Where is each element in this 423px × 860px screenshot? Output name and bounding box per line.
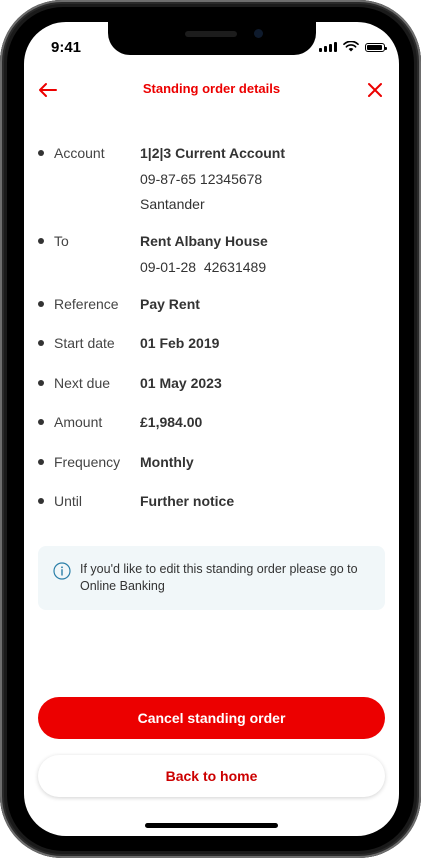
account-number: 09-87-65 12345678 — [140, 170, 263, 187]
next-due-value: 01 May 2023 — [140, 375, 222, 391]
device-notch — [108, 22, 316, 55]
detail-label: To — [54, 233, 69, 249]
bullet — [38, 419, 44, 425]
account-name: 1|2|3 Current Account — [140, 145, 286, 161]
front-camera — [254, 29, 263, 38]
detail-label: Amount — [54, 414, 103, 430]
cancel-standing-order-button[interactable]: Cancel standing order — [38, 697, 385, 739]
until-value: Further notice — [140, 493, 235, 509]
amount-value: £1,984.00 — [140, 414, 203, 430]
info-icon — [53, 562, 71, 580]
status-icons — [319, 41, 387, 52]
detail-value: Monthly — [140, 453, 194, 471]
detail-label: Until — [54, 493, 83, 509]
detail-label: Start date — [54, 335, 115, 351]
close-button[interactable] — [363, 78, 387, 102]
bullet — [38, 380, 44, 386]
payee-name: Rent Albany House — [140, 233, 268, 249]
payee-account: 09-01-28 42631489 — [140, 258, 267, 275]
detail-label: Account — [54, 145, 105, 161]
detail-label: Next due — [54, 375, 111, 391]
detail-value: Further notice — [140, 492, 234, 510]
status-time: 9:41 — [51, 39, 82, 56]
speaker-grille — [185, 31, 237, 37]
detail-value: £1,984.00 — [140, 413, 202, 431]
detail-value: 01 May 2023 — [140, 374, 222, 392]
bullet — [38, 238, 44, 244]
detail-value: 01 Feb 2019 — [140, 334, 219, 352]
bullet — [38, 340, 44, 346]
bullet — [38, 459, 44, 465]
reference-value: Pay Rent — [140, 296, 200, 312]
back-to-home-button[interactable]: Back to home — [38, 755, 385, 797]
detail-value: Rent Albany House 09-01-28 42631489 — [140, 232, 268, 276]
page-header: Standing order details — [24, 78, 399, 102]
home-indicator[interactable] — [145, 823, 278, 828]
battery-icon — [365, 43, 387, 52]
start-date-value: 01 Feb 2019 — [140, 335, 220, 351]
bank-name: Santander — [140, 196, 205, 212]
frequency-value: Monthly — [140, 454, 194, 470]
bullet — [38, 301, 44, 307]
bullet — [38, 150, 44, 156]
detail-value: 1|2|3 Current Account 09-87-65 12345678 … — [140, 144, 285, 213]
detail-label: Reference — [54, 296, 119, 312]
detail-value: Pay Rent — [140, 295, 200, 313]
close-icon — [368, 83, 382, 97]
page-title: Standing order details — [142, 81, 281, 96]
cellular-signal-icon — [319, 42, 337, 52]
detail-label: Frequency — [54, 454, 121, 470]
app-screen: 9:41 Standing order details Account 1|2|… — [24, 22, 399, 836]
info-banner: If you'd like to edit this standing orde… — [38, 546, 385, 610]
info-text: If you'd like to edit this standing orde… — [80, 562, 358, 593]
bullet — [38, 498, 44, 504]
wifi-icon — [343, 41, 359, 52]
